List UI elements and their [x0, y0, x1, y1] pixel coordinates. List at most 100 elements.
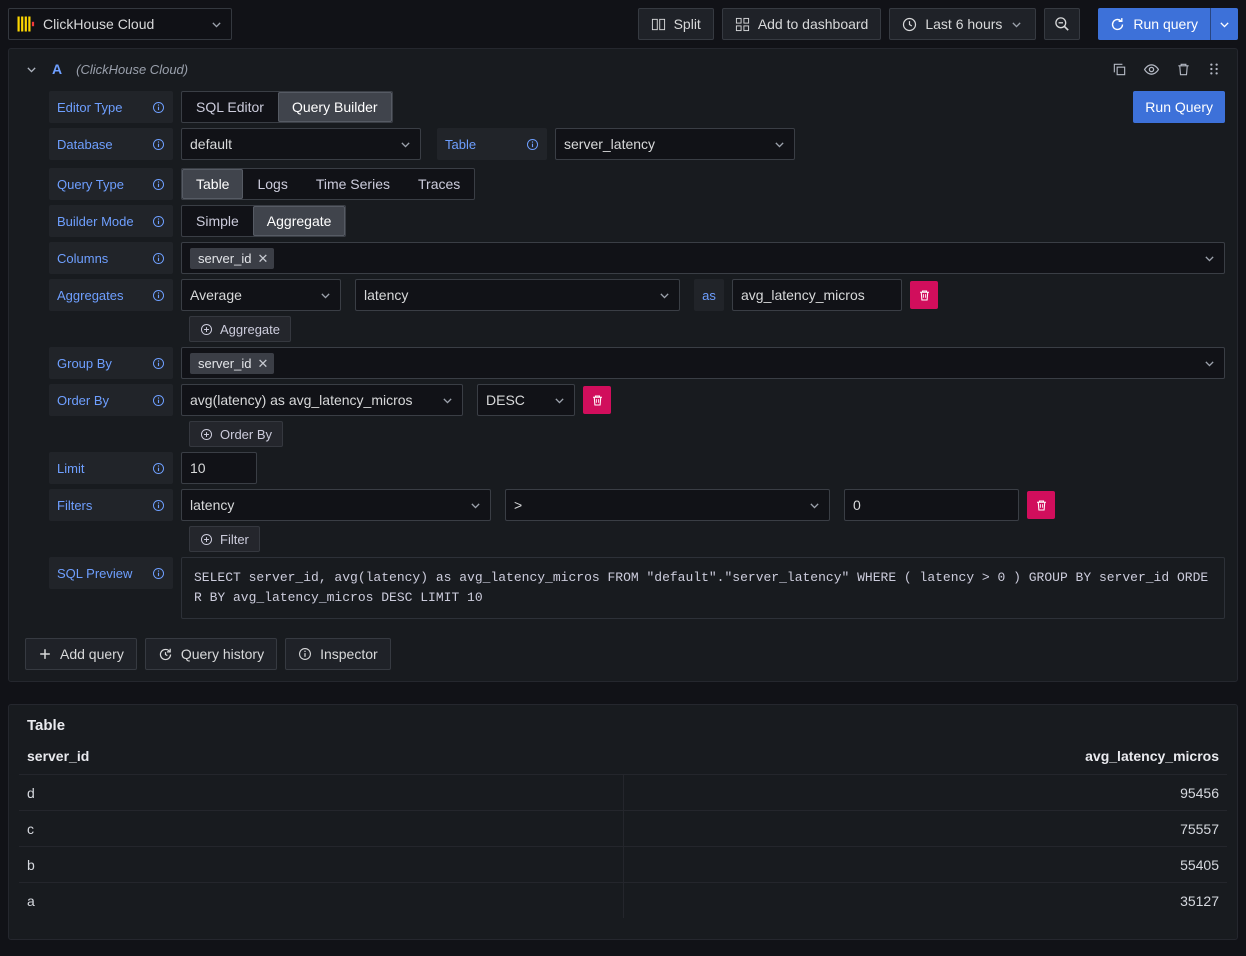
- inspector-button[interactable]: Inspector: [285, 638, 391, 670]
- builder-mode-option-simple[interactable]: Simple: [182, 206, 253, 236]
- info-circle-icon[interactable]: [152, 101, 165, 114]
- info-circle-icon[interactable]: [152, 357, 165, 370]
- query-type-switch: Table Logs Time Series Traces: [181, 168, 475, 200]
- info-circle-icon[interactable]: [152, 178, 165, 191]
- chevron-down-icon: [469, 499, 482, 512]
- remove-order-by-button[interactable]: [583, 386, 611, 414]
- split-button[interactable]: Split: [638, 8, 714, 40]
- duplicate-query-icon[interactable]: [1112, 62, 1127, 77]
- query-type-option-logs[interactable]: Logs: [243, 169, 301, 199]
- eye-icon[interactable]: [1143, 61, 1160, 78]
- clock-icon: [902, 17, 917, 32]
- run-query-dropdown[interactable]: [1210, 8, 1238, 40]
- filters-label: Filters: [49, 489, 173, 521]
- drag-handle-grip-icon[interactable]: [1207, 62, 1221, 76]
- order-direction-select[interactable]: DESC: [477, 384, 575, 416]
- info-circle-icon[interactable]: [152, 252, 165, 265]
- info-circle-icon[interactable]: [152, 499, 165, 512]
- query-type-option-table[interactable]: Table: [182, 169, 243, 199]
- query-ref-id: A: [52, 61, 62, 77]
- remove-filter-button[interactable]: [1027, 491, 1055, 519]
- aggregate-function-select[interactable]: Average: [181, 279, 341, 311]
- info-circle-icon[interactable]: [152, 215, 165, 228]
- chevron-down-icon: [553, 394, 566, 407]
- group-by-label: Group By: [49, 347, 173, 379]
- cell-avg-latency: 95456: [624, 785, 1228, 801]
- limit-input[interactable]: [181, 452, 257, 484]
- panel-run-query-button[interactable]: Run Query: [1133, 91, 1225, 123]
- query-type-label: Query Type: [49, 168, 173, 200]
- database-select[interactable]: default: [181, 128, 421, 160]
- trash-icon: [591, 394, 604, 407]
- results-table: server_id avg_latency_micros d 95456 c 7…: [19, 748, 1227, 931]
- table-visualization-panel: Table server_id avg_latency_micros d 954…: [8, 704, 1238, 940]
- filter-value-input[interactable]: [844, 489, 1019, 521]
- info-circle-icon[interactable]: [152, 462, 165, 475]
- builder-mode-option-aggregate[interactable]: Aggregate: [253, 206, 346, 236]
- add-aggregate-button[interactable]: Aggregate: [189, 316, 291, 342]
- time-range-picker[interactable]: Last 6 hours: [889, 8, 1036, 40]
- columns-multiselect[interactable]: server_id ✕: [181, 242, 1225, 274]
- table-select[interactable]: server_latency: [555, 128, 795, 160]
- aggregate-alias-input[interactable]: [732, 279, 902, 311]
- zoom-out-button[interactable]: [1044, 8, 1080, 40]
- add-filter-button[interactable]: Filter: [189, 526, 260, 552]
- query-row-header: A (ClickHouse Cloud): [9, 49, 1237, 89]
- group-by-multiselect[interactable]: server_id ✕: [181, 347, 1225, 379]
- collapse-chevron-icon[interactable]: [25, 63, 38, 76]
- table-row: a 35127: [19, 882, 1227, 918]
- chevron-down-icon: [441, 394, 454, 407]
- filter-column-select[interactable]: latency: [181, 489, 491, 521]
- info-circle-icon[interactable]: [526, 138, 539, 151]
- remove-chip-icon[interactable]: ✕: [257, 357, 268, 370]
- table-row: d 95456: [19, 774, 1227, 810]
- field-row-aggregates: Aggregates Average latency as: [49, 279, 1225, 311]
- datasource-name: ClickHouse Cloud: [43, 16, 154, 32]
- sync-icon: [1110, 17, 1125, 32]
- chevron-down-icon: [1203, 252, 1216, 265]
- field-row-group-by: Group By server_id ✕: [49, 347, 1225, 379]
- field-row-builder-mode: Builder Mode Simple Aggregate: [49, 205, 1225, 237]
- info-circle-icon[interactable]: [152, 289, 165, 302]
- run-query-button[interactable]: Run query: [1098, 8, 1210, 40]
- database-label: Database: [49, 128, 173, 160]
- datasource-picker[interactable]: ClickHouse Cloud: [8, 8, 232, 40]
- filter-operator-select[interactable]: >: [505, 489, 830, 521]
- field-row-editor-type: Editor Type SQL Editor Query Builder Run…: [49, 91, 1225, 123]
- add-order-by-button[interactable]: Order By: [189, 421, 283, 447]
- chevron-down-icon: [773, 138, 786, 151]
- info-circle-icon[interactable]: [152, 567, 165, 580]
- editor-type-option-query-builder[interactable]: Query Builder: [278, 92, 392, 122]
- aggregate-column-select[interactable]: latency: [355, 279, 680, 311]
- delete-query-icon[interactable]: [1176, 62, 1191, 77]
- split-icon: [651, 17, 666, 32]
- remove-aggregate-button[interactable]: [910, 281, 938, 309]
- query-type-option-traces[interactable]: Traces: [404, 169, 474, 199]
- field-row-database-table: Database default Table server_latency: [49, 128, 1225, 160]
- chevron-down-icon: [319, 289, 332, 302]
- add-query-button[interactable]: Add query: [25, 638, 137, 670]
- zoom-out-icon: [1054, 16, 1070, 32]
- cell-avg-latency: 35127: [624, 893, 1228, 909]
- editor-type-option-sql-editor[interactable]: SQL Editor: [182, 92, 278, 122]
- order-by-field-select[interactable]: avg(latency) as avg_latency_micros: [181, 384, 463, 416]
- history-icon: [158, 647, 173, 662]
- column-header-avg-latency[interactable]: avg_latency_micros: [623, 748, 1219, 764]
- query-type-option-time-series[interactable]: Time Series: [302, 169, 404, 199]
- toolbar-actions: Split Add to dashboard Last 6 hours: [638, 8, 1238, 40]
- query-history-button[interactable]: Query history: [145, 638, 277, 670]
- info-circle-icon: [298, 647, 312, 661]
- column-header-server-id[interactable]: server_id: [27, 748, 623, 764]
- chevron-down-icon: [210, 18, 223, 31]
- remove-chip-icon[interactable]: ✕: [257, 252, 268, 265]
- builder-mode-switch: Simple Aggregate: [181, 205, 346, 237]
- table-row: b 55405: [19, 846, 1227, 882]
- split-label: Split: [674, 16, 701, 32]
- info-circle-icon[interactable]: [152, 394, 165, 407]
- cell-server-id: a: [19, 883, 624, 918]
- group-by-chip: server_id ✕: [190, 353, 274, 374]
- info-circle-icon[interactable]: [152, 138, 165, 151]
- plus-circle-icon: [200, 323, 213, 336]
- add-to-dashboard-button[interactable]: Add to dashboard: [722, 8, 882, 40]
- cell-server-id: d: [19, 775, 624, 810]
